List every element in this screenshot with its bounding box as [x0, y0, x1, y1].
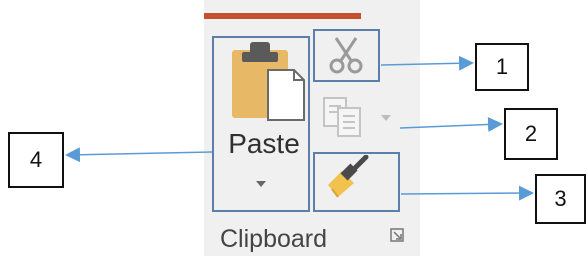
callout-copy: 2: [504, 108, 558, 160]
callout-format-painter: 3: [535, 174, 586, 224]
callout-paste: 4: [8, 132, 64, 188]
arrow-to-callout-1: [380, 55, 474, 71]
callout-arrows: [65, 55, 534, 201]
arrow-to-callout-2: [399, 116, 503, 132]
arrow-to-callout-4: [65, 147, 213, 163]
callout-cut: 1: [475, 43, 529, 91]
arrow-to-callout-3: [400, 185, 534, 201]
